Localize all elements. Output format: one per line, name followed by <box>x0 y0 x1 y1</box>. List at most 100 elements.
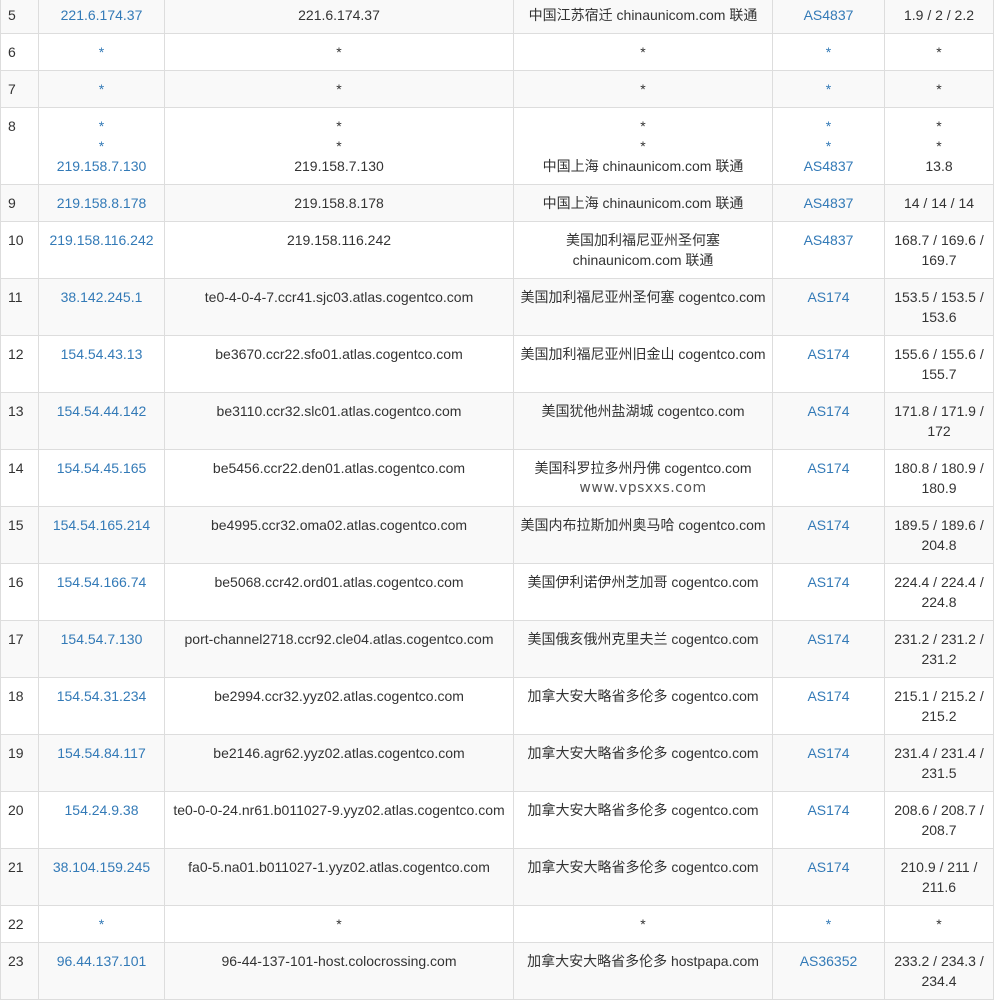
latency: 13.8 <box>925 158 953 174</box>
as-number[interactable]: AS4837 <box>804 7 854 23</box>
as-number[interactable]: AS174 <box>807 802 849 818</box>
hostname: 219.158.8.178 <box>294 195 384 211</box>
as-number-cell: AS174 <box>772 278 885 336</box>
hostname: te0-0-0-24.nr61.b011027-9.yyz02.atlas.co… <box>173 802 505 818</box>
hostname: 219.158.116.242 <box>286 232 392 248</box>
ip-address[interactable]: 221.6.174.37 <box>61 7 143 23</box>
ip-address[interactable]: 219.158.7.130 <box>43 156 160 176</box>
ip-address[interactable]: 38.142.245.1 <box>61 289 143 305</box>
ip-address[interactable]: 154.54.166.74 <box>57 574 147 590</box>
table-row: 6 * * * * * <box>0 33 994 71</box>
ip-address-cell: 154.54.43.13 <box>38 335 165 393</box>
as-number[interactable]: AS36352 <box>800 953 858 969</box>
location: 加拿大安大略省多伦多 cogentco.com <box>527 859 759 875</box>
ip-address[interactable]: 154.54.165.214 <box>53 517 150 533</box>
latency-cell: 215.1 / 215.2 / 215.2 <box>884 677 994 735</box>
as-number[interactable]: AS174 <box>807 631 849 647</box>
as-number[interactable]: AS174 <box>807 859 849 875</box>
as-number[interactable]: AS4837 <box>804 232 854 248</box>
ip-address[interactable]: 154.54.84.117 <box>57 745 146 761</box>
ip-address[interactable]: 154.54.45.165 <box>57 460 147 476</box>
ip-address-cell: * <box>38 33 165 71</box>
location: 加拿大安大略省多伦多 cogentco.com <box>527 745 759 761</box>
hostname-cell: * <box>164 905 514 943</box>
latency: 153.5 / 153.5 / 153.6 <box>894 289 984 325</box>
as-number[interactable]: AS174 <box>807 574 849 590</box>
as-number-cell: * * AS4837 <box>772 107 885 185</box>
latency-timeout: * <box>936 44 942 60</box>
ip-address-timeout: * <box>98 138 105 154</box>
hop-number-cell: 12 <box>0 335 39 393</box>
ip-address[interactable]: 154.54.43.13 <box>61 346 143 362</box>
latency: 155.6 / 155.6 / 155.7 <box>894 346 984 382</box>
as-number-cell: AS174 <box>772 335 885 393</box>
hostname: be5068.ccr42.ord01.atlas.cogentco.com <box>214 574 464 590</box>
location: 美国内布拉斯加州奥马哈 cogentco.com <box>520 517 766 533</box>
latency-timeout: * <box>936 118 942 134</box>
as-number[interactable]: AS174 <box>807 403 849 419</box>
ip-address-cell: 96.44.137.101 <box>38 942 165 1000</box>
hostname-cell: be2146.agr62.yyz02.atlas.cogentco.com <box>164 734 514 792</box>
location-timeout: * <box>640 138 646 154</box>
latency: 180.8 / 180.9 / 180.9 <box>894 460 984 496</box>
latency-cell: 171.8 / 171.9 / 172 <box>884 392 994 450</box>
ip-address[interactable]: 219.158.116.242 <box>49 232 153 248</box>
hostname: be5456.ccr22.den01.atlas.cogentco.com <box>212 460 466 476</box>
ip-address-cell: * * 219.158.7.130 <box>38 107 165 185</box>
ip-address[interactable]: 38.104.159.245 <box>53 859 150 875</box>
hop-number-cell: 8 <box>0 107 39 185</box>
latency: 168.7 / 169.6 / 169.7 <box>894 232 984 268</box>
as-number[interactable]: AS174 <box>807 346 849 362</box>
as-number[interactable]: AS174 <box>807 745 849 761</box>
latency: 231.2 / 231.2 / 231.2 <box>894 631 984 667</box>
ip-address[interactable]: 154.54.44.142 <box>57 403 147 419</box>
table-row: 17 154.54.7.130 port-channel2718.ccr92.cle… <box>0 620 994 678</box>
hostname-cell: 96-44-137-101-host.colocrossing.com <box>164 942 514 1000</box>
latency: 231.4 / 231.4 / 231.5 <box>894 745 984 781</box>
ip-address-cell: 154.54.44.142 <box>38 392 165 450</box>
ip-address[interactable]: 154.54.7.130 <box>61 631 143 647</box>
hop-number-cell: 21 <box>0 848 39 906</box>
as-number[interactable]: AS4837 <box>804 195 854 211</box>
ip-address[interactable]: 96.44.137.101 <box>57 953 147 969</box>
as-number[interactable]: AS174 <box>807 688 849 704</box>
latency: 208.6 / 208.7 / 208.7 <box>894 802 984 838</box>
hop-number-cell: 18 <box>0 677 39 735</box>
as-number-cell: AS4837 <box>772 184 885 222</box>
location-cell: 美国加利福尼亚州圣何塞 chinaunicom.com 联通 <box>513 221 773 279</box>
ip-address-cell: 219.158.8.178 <box>38 184 165 222</box>
latency: 14 / 14 / 14 <box>903 195 975 211</box>
hostname-cell: be5456.ccr22.den01.atlas.cogentco.com <box>164 449 514 507</box>
location-cell: 美国伊利诺伊州芝加哥 cogentco.com <box>513 563 773 621</box>
location: 美国加利福尼亚州旧金山 cogentco.com <box>520 346 766 362</box>
hostname-cell: be3110.ccr32.slc01.atlas.cogentco.com <box>164 392 514 450</box>
hop-number-cell: 7 <box>0 70 39 108</box>
hostname: be3110.ccr32.slc01.atlas.cogentco.com <box>216 403 462 419</box>
ip-address[interactable]: 154.24.9.38 <box>65 802 139 818</box>
as-number[interactable]: AS174 <box>807 289 849 305</box>
table-row: 13 154.54.44.142 be3110.ccr32.slc01.atlas.… <box>0 392 994 450</box>
latency-timeout: * <box>936 916 942 932</box>
as-number-cell: AS4837 <box>772 0 885 34</box>
location-cell: 中国江苏宿迁 chinaunicom.com 联通 <box>513 0 773 34</box>
as-number[interactable]: AS174 <box>807 460 849 476</box>
as-number-timeout: * <box>825 118 832 134</box>
ip-address[interactable]: 219.158.8.178 <box>57 195 147 211</box>
table-row: 8 * * 219.158.7.130 * * 219.158.7.130 * * 中国上海 ch… <box>0 107 994 185</box>
ip-address-cell: 154.54.7.130 <box>38 620 165 678</box>
as-number-cell: * <box>772 33 885 71</box>
ip-address-cell: 221.6.174.37 <box>38 0 165 34</box>
ip-address[interactable]: 154.54.31.234 <box>57 688 147 704</box>
hop-number-cell: 20 <box>0 791 39 849</box>
as-number[interactable]: AS174 <box>807 517 849 533</box>
ip-address-cell: 154.54.45.165 <box>38 449 165 507</box>
as-number[interactable]: AS4837 <box>777 156 880 176</box>
location: 美国科罗拉多州丹佛 cogentco.com <box>534 460 752 476</box>
latency: 224.4 / 224.4 / 224.8 <box>894 574 984 610</box>
table-row: 18 154.54.31.234 be2994.ccr32.yyz02.atlas.… <box>0 677 994 735</box>
as-number-cell: AS174 <box>772 677 885 735</box>
location-cell: * <box>513 70 773 108</box>
as-number-cell: AS174 <box>772 848 885 906</box>
hostname-cell: 221.6.174.37 <box>164 0 514 34</box>
ip-address-cell: * <box>38 70 165 108</box>
